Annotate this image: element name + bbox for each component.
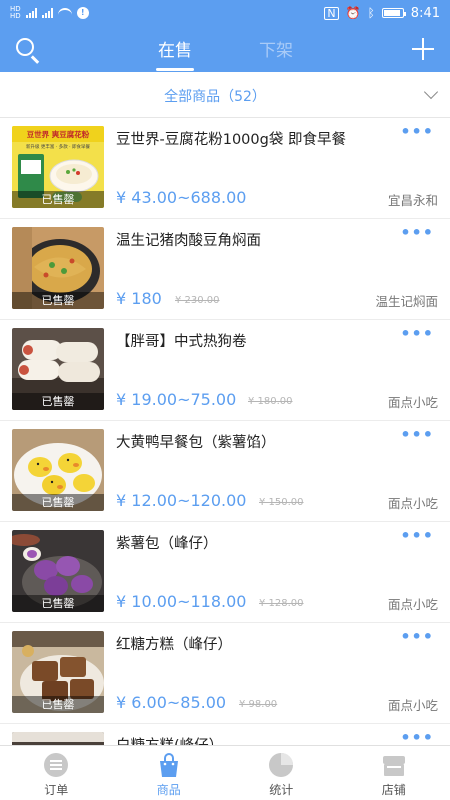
product-shop: 宜昌永和 — [387, 193, 438, 208]
more-options-icon[interactable]: ••• — [400, 122, 434, 141]
more-options-icon[interactable]: ••• — [400, 728, 434, 745]
category-filter[interactable]: 全部商品（52） — [0, 72, 450, 118]
top-header: 在售 下架 — [0, 26, 450, 72]
product-original-price: ¥ 98.00 — [239, 699, 278, 710]
product-thumbnail: 已售罄 — [12, 429, 104, 511]
product-list[interactable]: 豆世界 爽豆腐花粉 新升级 更丰富 · 多款 · 即食早餐 已售罄 豆世界-豆腐… — [0, 118, 450, 745]
product-item[interactable]: 已售罄 温生记猪肉酸豆角焖面 ••• ¥ 180 ¥ 230.00 温生记焖面 — [0, 219, 450, 320]
product-shop: 面点小吃 — [387, 395, 438, 410]
store-icon — [382, 756, 405, 776]
more-options-icon[interactable]: ••• — [400, 425, 434, 444]
product-item[interactable]: 已售罄 红糖方糕（峰仔） ••• ¥ 6.00~85.00 ¥ 98.00 面点… — [0, 623, 450, 724]
product-price: ¥ 180 — [116, 289, 162, 308]
alarm-icon: ⏰ — [345, 6, 361, 20]
svg-text:豆世界 爽豆腐花粉: 豆世界 爽豆腐花粉 — [27, 129, 90, 139]
add-product-icon[interactable] — [412, 38, 434, 60]
more-options-icon[interactable]: ••• — [400, 324, 434, 343]
pie-chart-icon — [269, 753, 294, 777]
network-type-indicator: HD HD — [10, 5, 21, 20]
signal-2-icon — [41, 8, 53, 18]
product-shop: 面点小吃 — [387, 496, 438, 511]
more-options-icon[interactable]: ••• — [400, 223, 434, 242]
bottom-nav: 订单 商品 统计 店铺 — [0, 745, 450, 800]
product-thumbnail: 豆世界 爽豆腐花粉 新升级 更丰富 · 多款 · 即食早餐 已售罄 — [12, 126, 104, 208]
nav-goods[interactable]: 商品 — [113, 746, 226, 800]
product-thumbnail: 已售罄 — [12, 530, 104, 612]
product-price: ¥ 19.00~75.00 — [116, 390, 237, 409]
tab-off-shelf[interactable]: 下架 — [246, 36, 306, 61]
goods-bag-icon — [159, 753, 178, 777]
product-name: 白糖方糕(峰仔） — [116, 734, 223, 745]
sold-out-badge: 已售罄 — [12, 393, 104, 410]
signal-icon — [25, 8, 37, 18]
product-original-price: ¥ 180.00 — [248, 396, 293, 407]
product-price: ¥ 10.00~118.00 — [116, 592, 247, 611]
product-name: 【胖哥】中式热狗卷 — [116, 334, 247, 350]
product-thumbnail: 已售罄 — [12, 631, 104, 713]
product-price: ¥ 6.00~85.00 — [116, 693, 227, 712]
product-item[interactable]: 已售罄 紫薯包（峰仔） ••• ¥ 10.00~118.00 ¥ 128.00 … — [0, 522, 450, 623]
product-thumbnail — [12, 732, 104, 745]
product-name: 红糖方糕（峰仔） — [116, 637, 232, 653]
clock: 8:41 — [410, 5, 440, 21]
tab-on-sale[interactable]: 在售 — [145, 36, 205, 61]
sold-out-badge: 已售罄 — [12, 292, 104, 309]
sold-out-badge: 已售罄 — [12, 696, 104, 713]
product-price: ¥ 43.00~688.00 — [116, 188, 247, 207]
product-shop: 面点小吃 — [387, 698, 438, 713]
search-icon[interactable] — [14, 36, 42, 64]
nav-stats[interactable]: 统计 — [225, 746, 338, 800]
order-icon — [44, 753, 69, 777]
more-options-icon[interactable]: ••• — [400, 627, 434, 646]
sold-out-badge: 已售罄 — [12, 595, 104, 612]
product-name: 紫薯包（峰仔） — [116, 536, 218, 552]
product-shop: 温生记焖面 — [375, 294, 438, 309]
sold-out-badge: 已售罄 — [12, 191, 104, 208]
bluetooth-icon: ᛒ — [367, 6, 375, 20]
product-price: ¥ 12.00~120.00 — [116, 491, 247, 510]
product-item[interactable]: 已售罄 【胖哥】中式热狗卷 ••• ¥ 19.00~75.00 ¥ 180.00… — [0, 320, 450, 421]
svg-text:新升级 更丰富 · 多款 · 即食早餐: 新升级 更丰富 · 多款 · 即食早餐 — [26, 143, 91, 150]
active-tab-indicator — [156, 68, 194, 71]
product-original-price: ¥ 230.00 — [175, 295, 220, 306]
product-thumbnail: 已售罄 — [12, 328, 104, 410]
product-name: 温生记猪肉酸豆角焖面 — [116, 233, 261, 249]
nav-orders[interactable]: 订单 — [0, 746, 113, 800]
battery-icon — [381, 8, 406, 18]
product-thumbnail: 已售罄 — [12, 227, 104, 309]
nav-store[interactable]: 店铺 — [338, 746, 450, 800]
product-item[interactable]: 豆世界 爽豆腐花粉 新升级 更丰富 · 多款 · 即食早餐 已售罄 豆世界-豆腐… — [0, 118, 450, 219]
notification-icon: ! — [76, 7, 89, 19]
product-original-price: ¥ 150.00 — [259, 497, 304, 508]
category-filter-label: 全部商品（52） — [164, 89, 266, 105]
nfc-icon: N — [324, 6, 339, 20]
product-name: 豆世界-豆腐花粉1000g袋 即食早餐 — [116, 132, 346, 148]
product-item[interactable]: 已售罄 大黄鸭早餐包（紫薯馅） ••• ¥ 12.00~120.00 ¥ 150… — [0, 421, 450, 522]
product-original-price: ¥ 128.00 — [259, 598, 304, 609]
product-name: 大黄鸭早餐包（紫薯馅） — [116, 435, 276, 451]
product-item[interactable]: 白糖方糕(峰仔） ••• — [0, 724, 450, 745]
status-bar: HD HD ! N ⏰ ᛒ 8:41 — [0, 0, 450, 26]
more-options-icon[interactable]: ••• — [400, 526, 434, 545]
product-shop: 面点小吃 — [387, 597, 438, 612]
sold-out-badge: 已售罄 — [12, 494, 104, 511]
wifi-icon — [57, 8, 72, 18]
